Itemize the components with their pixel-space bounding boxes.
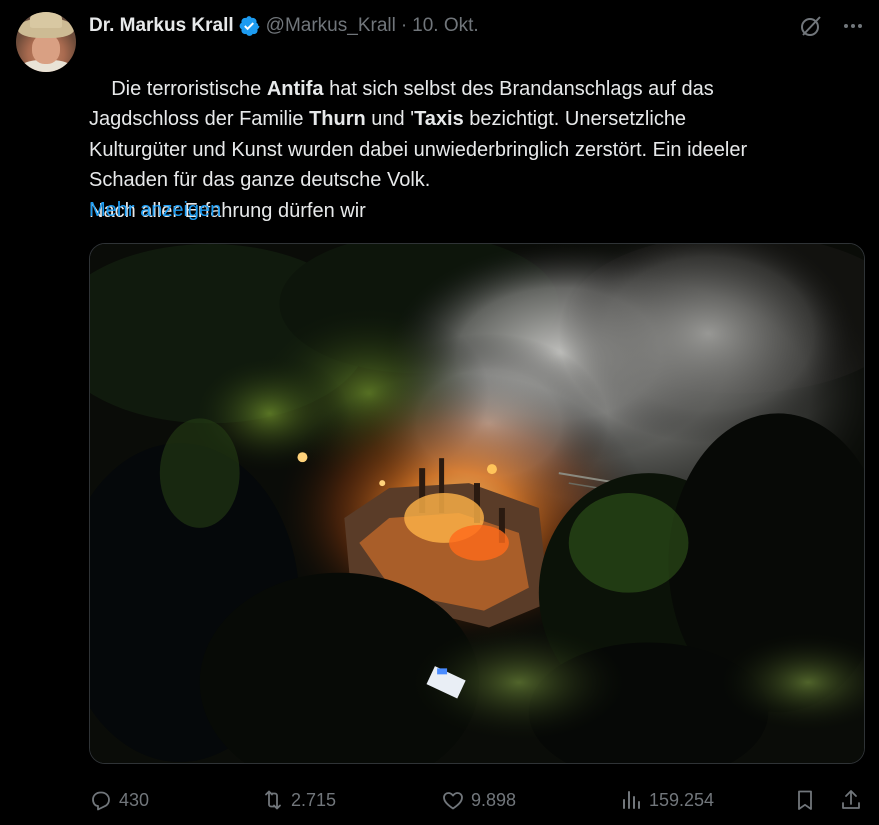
like-count: 9.898 bbox=[471, 789, 517, 810]
author-handle[interactable]: @Markus_Krall bbox=[266, 15, 396, 37]
text-segment-bold: Antifa bbox=[266, 77, 324, 100]
bookmark-icon bbox=[798, 790, 812, 810]
text-segment-bold: Thurn bbox=[309, 108, 366, 130]
text-segment: und ' bbox=[365, 108, 415, 130]
share-icon bbox=[842, 790, 860, 809]
grok-icon[interactable] bbox=[799, 14, 823, 38]
tweet-date[interactable]: 10. Okt. bbox=[412, 15, 479, 37]
author-display-name[interactable]: Dr. Markus Krall bbox=[89, 15, 234, 37]
views-count: 159.254 bbox=[649, 789, 715, 810]
share-button[interactable] bbox=[839, 784, 863, 816]
text-segment: Die terroristische bbox=[111, 77, 267, 100]
show-more-link[interactable]: Mehr anzeigen bbox=[89, 195, 221, 225]
tweet: Dr. Markus Krall @Markus_Krall · 10. Okt… bbox=[0, 0, 879, 825]
more-icon[interactable] bbox=[841, 14, 865, 38]
tweet-actions: 430 2.715 9.898 159.254 bbox=[89, 784, 865, 816]
reply-icon bbox=[92, 791, 110, 811]
bookmark-button[interactable] bbox=[793, 784, 817, 816]
top-icons bbox=[799, 14, 865, 38]
tweet-media-photo[interactable] bbox=[89, 243, 865, 764]
retweet-count: 2.715 bbox=[291, 789, 337, 810]
separator: · bbox=[400, 15, 408, 36]
retweet-icon bbox=[265, 790, 281, 810]
like-button[interactable]: 9.898 bbox=[441, 784, 516, 816]
retweet-button[interactable]: 2.715 bbox=[261, 784, 336, 816]
reply-button[interactable]: 430 bbox=[89, 784, 149, 816]
views-button[interactable]: 159.254 bbox=[619, 784, 714, 816]
reply-count: 430 bbox=[119, 789, 150, 810]
text-segment-bold: Taxis bbox=[414, 108, 464, 130]
views-icon bbox=[623, 791, 640, 809]
verified-badge-icon[interactable] bbox=[238, 15, 260, 37]
user-avatar[interactable] bbox=[16, 12, 76, 72]
heart-icon bbox=[443, 792, 463, 810]
tweet-header: Dr. Markus Krall @Markus_Krall · 10. Okt… bbox=[89, 12, 479, 40]
